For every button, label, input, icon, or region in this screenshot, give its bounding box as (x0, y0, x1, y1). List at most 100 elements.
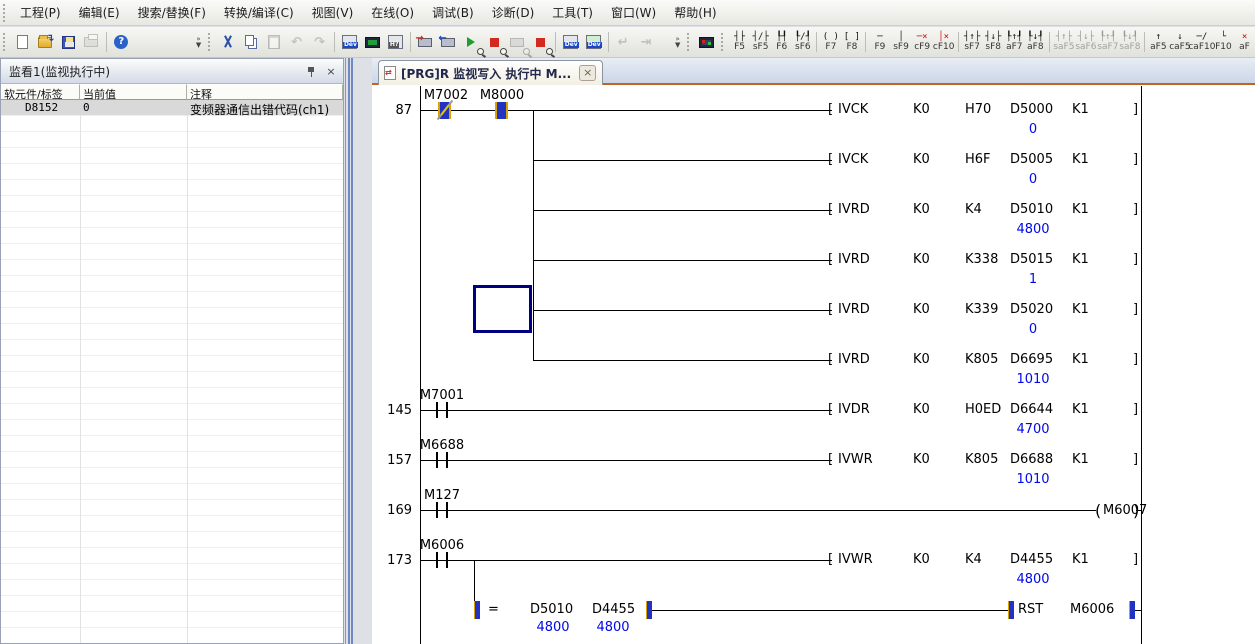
ladder-delete-line-button[interactable]: ×aF (1234, 29, 1255, 55)
contact-no[interactable] (436, 502, 448, 518)
contact-no[interactable] (436, 402, 448, 418)
ladder-closed-branch-button[interactable]: ┞/┦sF6 (792, 29, 813, 55)
toolbar-grip[interactable] (687, 33, 692, 51)
wire (420, 560, 832, 561)
ladder-falling-pulse-button[interactable]: ┤↓├sF8 (983, 29, 1004, 55)
cut-icon (221, 35, 235, 49)
device-monitor-button[interactable] (529, 30, 552, 54)
device-comment-button[interactable]: Dev (338, 30, 361, 54)
ladder-rising-pulse-branch-button[interactable]: ┞↑┦aF7 (1004, 29, 1025, 55)
ladder-hline-button[interactable]: ─F9 (869, 29, 890, 55)
ladder-closed-contact-button[interactable]: ┤/├sF5 (750, 29, 771, 55)
monitor-screen-button[interactable] (361, 30, 384, 54)
ladder-application-instruction-button[interactable]: [ ]F8 (841, 29, 862, 55)
toolbar-overflow-button[interactable]: »▼ (671, 30, 684, 54)
instruction[interactable]: [IVCKK0H6FD5005K1] (828, 152, 1144, 168)
device-monitor-1-button[interactable]: Dev (559, 30, 582, 54)
instruction[interactable]: [IVWRK0K805D6688K1] (828, 452, 1144, 468)
ladder-coil-button[interactable]: ( )F7 (820, 29, 841, 55)
ladder-slash-line-button[interactable]: ─/caF10 (1191, 29, 1213, 55)
ladder-edit-mode-button[interactable] (695, 30, 718, 54)
menu-help[interactable]: 帮助(H) (665, 0, 725, 25)
ladder-pulse-negation-button: ┤↑├saF5 (1053, 29, 1075, 55)
column-comment[interactable]: 注释 (187, 84, 343, 100)
open-project-button[interactable]: ↴ (34, 30, 57, 54)
toolbar-grip[interactable] (3, 4, 8, 22)
watch-close-button[interactable]: × (323, 64, 339, 79)
jump-destination-button: ⇥ (635, 30, 658, 54)
instruction[interactable]: [IVRDK0K805D6695K1] (828, 352, 1144, 368)
menu-debug[interactable]: 调试(B) (423, 0, 483, 25)
ladder-cursor[interactable] (473, 285, 532, 333)
menu-view[interactable]: 视图(V) (303, 0, 363, 25)
monitor-stop-button[interactable] (483, 30, 506, 54)
cut-button[interactable] (216, 30, 239, 54)
watch-table[interactable]: D8152 0 变频器通信出错代码(ch1) (1, 100, 343, 643)
ladder-invert-result-button[interactable]: ↑aF5 (1148, 29, 1169, 55)
ladder-rising-pulse-button[interactable]: ┤↑├sF7 (962, 29, 983, 55)
ladder-delete-hline-button[interactable]: ─×cF9 (912, 29, 933, 55)
toolbar-overflow-button[interactable]: »▼ (192, 30, 205, 54)
ladder-falling-pulse-branch-button[interactable]: ┞↓┦aF8 (1025, 29, 1046, 55)
contact-nc-energized[interactable] (438, 102, 451, 119)
wire (420, 460, 832, 461)
save-project-button[interactable] (57, 30, 80, 54)
menu-window[interactable]: 窗口(W) (602, 0, 665, 25)
contact-no-energized[interactable] (495, 102, 508, 119)
read-plc-icon: ← (441, 38, 455, 47)
ladder-open-branch-button[interactable]: ┞┦F6 (771, 29, 792, 55)
instruction[interactable]: [IVRDK0K4D5010K1] (828, 202, 1144, 218)
contact-no[interactable] (436, 552, 448, 568)
ladder-vline-button[interactable]: │sF9 (891, 29, 912, 55)
close-icon: × (326, 65, 335, 78)
menu-tools[interactable]: 工具(T) (543, 0, 602, 25)
toolbar-grip[interactable] (3, 33, 8, 51)
write-plc-icon: → (418, 38, 432, 47)
dev-monitor-icon: Dev (563, 35, 578, 49)
wire (533, 210, 832, 211)
tab-close-button[interactable]: × (579, 65, 596, 81)
monitor-start-icon (467, 37, 475, 47)
pin-button[interactable] (303, 64, 319, 79)
instruction[interactable]: [IVCKK0H70D5000K1] (828, 102, 1144, 118)
help-button[interactable]: ? (110, 30, 133, 54)
column-device[interactable]: 软元件/标签 (1, 84, 80, 100)
device-monitor-2-button[interactable]: Dev (582, 30, 605, 54)
coil-label[interactable]: M6007 (1103, 503, 1147, 518)
ladder-pulse-negation-branch-button: ┞↑┦saF7 (1097, 29, 1119, 55)
read-from-plc-button[interactable]: ← (437, 30, 460, 54)
instruction[interactable]: [IVDRK0H0EDD6644K1] (828, 402, 1144, 418)
menu-online[interactable]: 在线(O) (362, 0, 423, 25)
menu-search-replace[interactable]: 搜索/替换(F) (129, 0, 215, 25)
write-to-plc-button[interactable]: → (414, 30, 437, 54)
toolbar-grip[interactable] (208, 33, 213, 51)
panel-splitter[interactable] (351, 58, 353, 644)
rung-number: 169 (372, 503, 412, 518)
toolbar-grip[interactable] (721, 33, 726, 51)
panel-splitter[interactable] (345, 58, 346, 644)
menu-edit[interactable]: 编辑(E) (70, 0, 129, 25)
monitor-start-button[interactable] (460, 30, 483, 54)
instruction[interactable]: [IVRDK0K339D5020K1] (828, 302, 1144, 318)
panel-splitter[interactable] (348, 58, 350, 644)
copy-button[interactable] (239, 30, 262, 54)
menu-diagnostics[interactable]: 诊断(D) (483, 0, 544, 25)
watch-row[interactable]: D8152 0 变频器通信出错代码(ch1) (1, 100, 343, 115)
contact-no[interactable] (436, 452, 448, 468)
ladder-delete-vline-button[interactable]: │×cF10 (933, 29, 955, 55)
instruction[interactable]: [IVWRK0K4D4455K1] (828, 552, 1144, 568)
new-project-button[interactable] (11, 30, 34, 54)
paste-icon (268, 35, 280, 49)
menu-convert-compile[interactable]: 转换/编译(C) (215, 0, 303, 25)
monitor-value: 4800 (993, 222, 1073, 237)
ladder-draw-line-button[interactable]: └F10 (1213, 29, 1234, 55)
column-current-value[interactable]: 当前值 (80, 84, 187, 100)
wire (420, 510, 1096, 511)
instruction[interactable]: [IVRDK0K338D5015K1] (828, 252, 1144, 268)
ladder-editor[interactable]: 87 145 157 169 173 M7002 M8000 M7001 M66… (372, 85, 1255, 644)
device-test-button[interactable]: H? (384, 30, 407, 54)
ladder-open-contact-button[interactable]: ┤├F5 (729, 29, 750, 55)
monitor-value: 1010 (993, 472, 1073, 487)
menu-project[interactable]: 工程(P) (11, 0, 70, 25)
tab-prg-monitor[interactable]: [PRG]R 监视写入 执行中 M... × (378, 60, 603, 85)
